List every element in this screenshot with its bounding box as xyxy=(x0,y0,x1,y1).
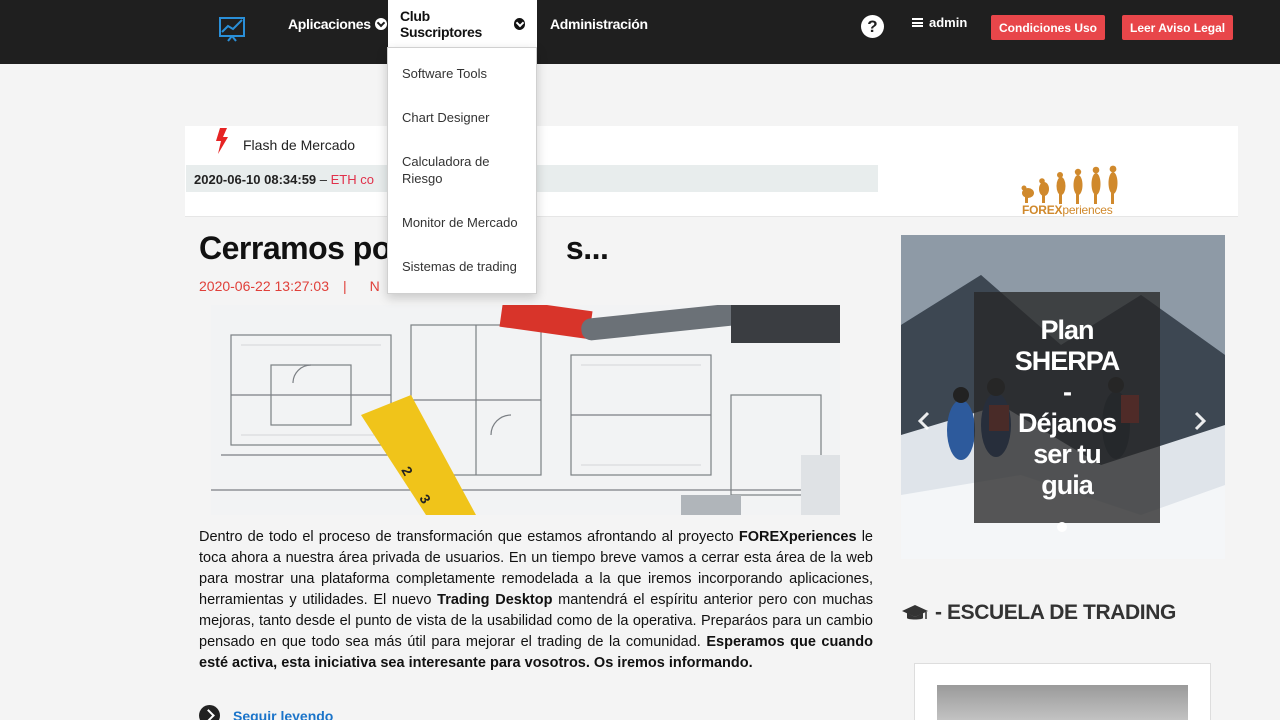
school-heading: - ESCUELA DE TRADING xyxy=(901,601,1176,625)
nav-club-suscriptores-label: Club Suscriptores xyxy=(400,7,482,40)
article-meta-tail: N xyxy=(369,278,380,294)
meta-separator: | xyxy=(343,278,347,294)
body-bold-brand: FOREXperiences xyxy=(738,529,857,545)
menu-item-sistemas-de-trading[interactable]: Sistemas de trading xyxy=(402,258,527,275)
ticker-timestamp: 2020-06-10 08:34:59 xyxy=(194,172,317,187)
user-menu[interactable]: admin xyxy=(912,15,967,30)
carousel-caption[interactable]: Plan SHERPA - Déjanos ser tu guia xyxy=(974,315,1160,501)
article-date: 2020-06-22 13:27:03 xyxy=(199,278,329,294)
article-title-end: s... xyxy=(565,230,609,266)
school-title: - ESCUELA DE TRADING xyxy=(935,601,1176,624)
brand-wordmark: FOREXperiences xyxy=(1022,203,1113,217)
help-icon[interactable]: ? xyxy=(861,15,884,38)
user-name: admin xyxy=(929,15,968,30)
article-meta: 2020-06-22 13:27:03 | N xyxy=(199,278,380,294)
menu-item-calculadora-de-riesgo[interactable]: Calculadora de Riesgo xyxy=(402,153,527,187)
terms-of-use-button[interactable]: Condiciones Uso xyxy=(991,15,1106,40)
caption-line: Plan xyxy=(1040,315,1094,345)
caption-line: Déjanos xyxy=(1017,408,1117,438)
graduation-cap-icon xyxy=(902,605,928,620)
carousel-prev-icon[interactable] xyxy=(917,411,931,431)
carousel-next-icon[interactable] xyxy=(1193,411,1207,431)
menu-item-software-tools[interactable]: Software Tools xyxy=(402,65,527,82)
caption-line: SHERPA xyxy=(1014,346,1121,376)
menu-item-chart-designer[interactable]: Chart Designer xyxy=(402,109,527,126)
body-bold-trading-desktop: Trading Desktop xyxy=(437,592,553,608)
read-more-label: Seguir leyendo xyxy=(233,707,334,720)
ticker-dash: – xyxy=(319,172,328,187)
nav-administracion-label: Administración xyxy=(550,15,648,32)
nav-aplicaciones[interactable]: Aplicaciones xyxy=(276,0,399,47)
article-title-start: Cerramos po xyxy=(199,230,391,266)
caption-line: - xyxy=(1063,377,1072,407)
chevron-down-icon xyxy=(374,17,387,30)
brand-wordmark-rest: periences xyxy=(1062,203,1113,217)
body-text-1: Dentro de todo el proceso de transformac… xyxy=(199,529,739,545)
blueprint-tools-illustration: 2 3 xyxy=(211,305,840,515)
arrow-right-circle-icon xyxy=(199,705,220,720)
nav-aplicaciones-label: Aplicaciones xyxy=(288,15,371,32)
read-more-link[interactable]: Seguir leyendo xyxy=(199,705,333,720)
caption-line: guia xyxy=(1041,470,1094,500)
school-card-image[interactable] xyxy=(937,685,1188,720)
hamburger-icon xyxy=(912,18,923,27)
app-logo-icon[interactable] xyxy=(218,14,248,42)
article-image[interactable]: 2 3 xyxy=(211,305,840,515)
carousel-indicator-dot[interactable] xyxy=(1057,522,1067,532)
chevron-down-icon xyxy=(513,17,525,30)
ticker-text[interactable]: ETH co xyxy=(331,172,374,187)
nav-administracion[interactable]: Administración xyxy=(538,0,660,47)
legal-notice-button[interactable]: Leer Aviso Legal xyxy=(1122,15,1234,40)
brand-wordmark-bold: FOREX xyxy=(1022,203,1063,217)
article-body: Dentro de todo el proceso de transformac… xyxy=(199,527,873,674)
caption-line: ser tu xyxy=(1033,439,1102,469)
menu-item-monitor-de-mercado[interactable]: Monitor de Mercado xyxy=(402,214,527,231)
nav-club-suscriptores[interactable]: Club Suscriptores xyxy=(388,0,537,47)
flash-title: Flash de Mercado xyxy=(243,137,356,153)
lightning-icon xyxy=(216,128,228,154)
club-suscriptores-dropdown: Software Tools Chart Designer Calculador… xyxy=(387,47,537,294)
